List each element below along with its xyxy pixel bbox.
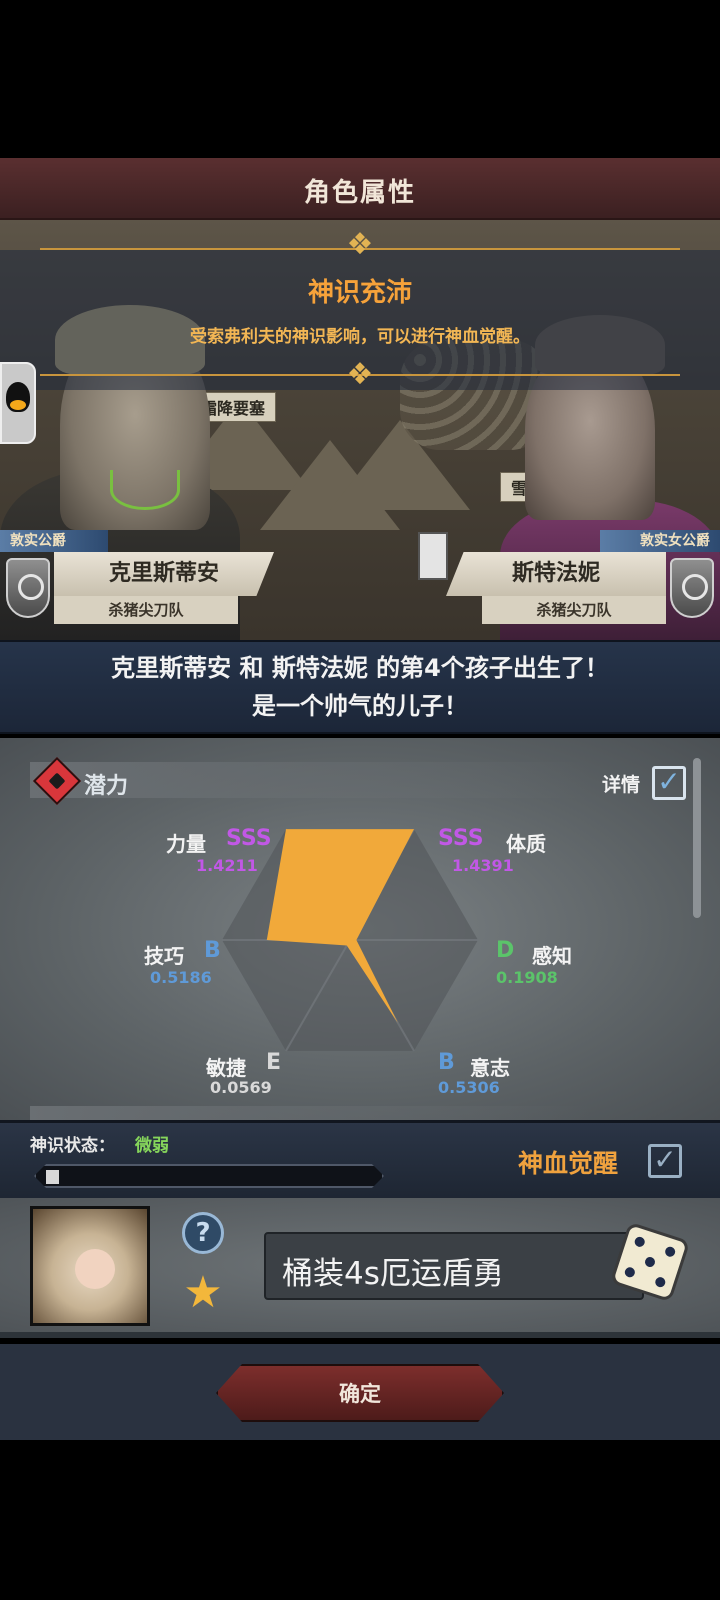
confirm-label: 确定 bbox=[339, 1382, 381, 1406]
divine-status-label: 神识状态： bbox=[30, 1136, 115, 1156]
ornament-icon: ❖ bbox=[346, 357, 374, 392]
title-bar: 角色属性 bbox=[0, 158, 720, 220]
mother-rank: 敦实女公爵 bbox=[600, 530, 720, 552]
stat-value-constitution: 1.4391 bbox=[452, 856, 514, 875]
stat-value-agility: 0.0569 bbox=[210, 1078, 272, 1097]
banner-title: 神识充沛 bbox=[307, 278, 412, 308]
father-team: 杀猪尖刀队 bbox=[54, 596, 238, 624]
divine-status-value: 微弱 bbox=[135, 1136, 169, 1156]
stat-name-skill: 技巧 bbox=[144, 944, 184, 968]
question-icon[interactable]: ? bbox=[182, 1212, 224, 1254]
awaken-label[interactable]: 神血觉醒 bbox=[518, 1144, 618, 1180]
stat-grade-strength: SSS bbox=[226, 826, 272, 851]
mother-shield-icon[interactable] bbox=[670, 558, 714, 618]
stat-name-constitution: 体质 bbox=[506, 832, 546, 856]
page-title: 角色属性 bbox=[303, 178, 416, 208]
stat-grade-skill: B bbox=[204, 938, 221, 963]
next-section-header bbox=[30, 1106, 590, 1120]
child-portrait[interactable] bbox=[30, 1206, 150, 1326]
map-marker-icon bbox=[418, 532, 448, 580]
stat-grade-agility: E bbox=[266, 1050, 282, 1075]
potential-radar-chart bbox=[222, 828, 478, 1052]
mother-name: 斯特法妮 bbox=[446, 552, 666, 596]
mother-team: 杀猪尖刀队 bbox=[482, 596, 666, 624]
stat-grade-willpower: B bbox=[438, 1050, 455, 1075]
stat-value-willpower: 0.5306 bbox=[438, 1078, 500, 1097]
stat-grade-constitution: SSS bbox=[438, 826, 484, 851]
announcement-line-2: 是一个帅气的儿子！ bbox=[252, 692, 468, 720]
stat-name-perception: 感知 bbox=[532, 944, 572, 968]
child-name-text: 桶装4s厄运盾勇 bbox=[282, 1256, 504, 1292]
father-name: 克里斯蒂安 bbox=[54, 552, 274, 596]
floating-assistant-button[interactable] bbox=[0, 362, 36, 444]
ornament-icon: ❖ bbox=[346, 227, 374, 262]
stat-value-perception: 0.1908 bbox=[496, 968, 558, 987]
awaken-checkbox[interactable]: ✓ bbox=[648, 1144, 682, 1178]
birth-announcement: 克里斯蒂安 和 斯特法妮 的第4个孩子出生了！ 是一个帅气的儿子！ bbox=[0, 640, 720, 734]
father-collar bbox=[110, 470, 180, 510]
baby-face bbox=[75, 1249, 115, 1289]
stat-name-willpower: 意志 bbox=[470, 1056, 510, 1080]
stat-grade-perception: D bbox=[496, 938, 515, 963]
father-rank: 敦实公爵 bbox=[0, 530, 108, 552]
event-banner: ❖ 神识充沛 受索弗利夫的神识影响，可以进行神血觉醒。 ❖ bbox=[0, 228, 720, 392]
banner-subtitle: 受索弗利夫的神识影响，可以进行神血觉醒。 bbox=[190, 327, 530, 347]
stat-value-skill: 0.5186 bbox=[150, 968, 212, 987]
divine-progress-fill bbox=[46, 1170, 59, 1184]
stat-value-strength: 1.4211 bbox=[196, 856, 258, 875]
star-icon[interactable]: ★ bbox=[180, 1270, 226, 1316]
stat-name-agility: 敏捷 bbox=[206, 1056, 246, 1080]
father-shield-icon[interactable] bbox=[6, 558, 50, 618]
stat-name-strength: 力量 bbox=[166, 832, 206, 856]
announcement-line-1: 克里斯蒂安 和 斯特法妮 的第4个孩子出生了！ bbox=[111, 654, 609, 682]
divine-progress-bar bbox=[34, 1164, 384, 1188]
